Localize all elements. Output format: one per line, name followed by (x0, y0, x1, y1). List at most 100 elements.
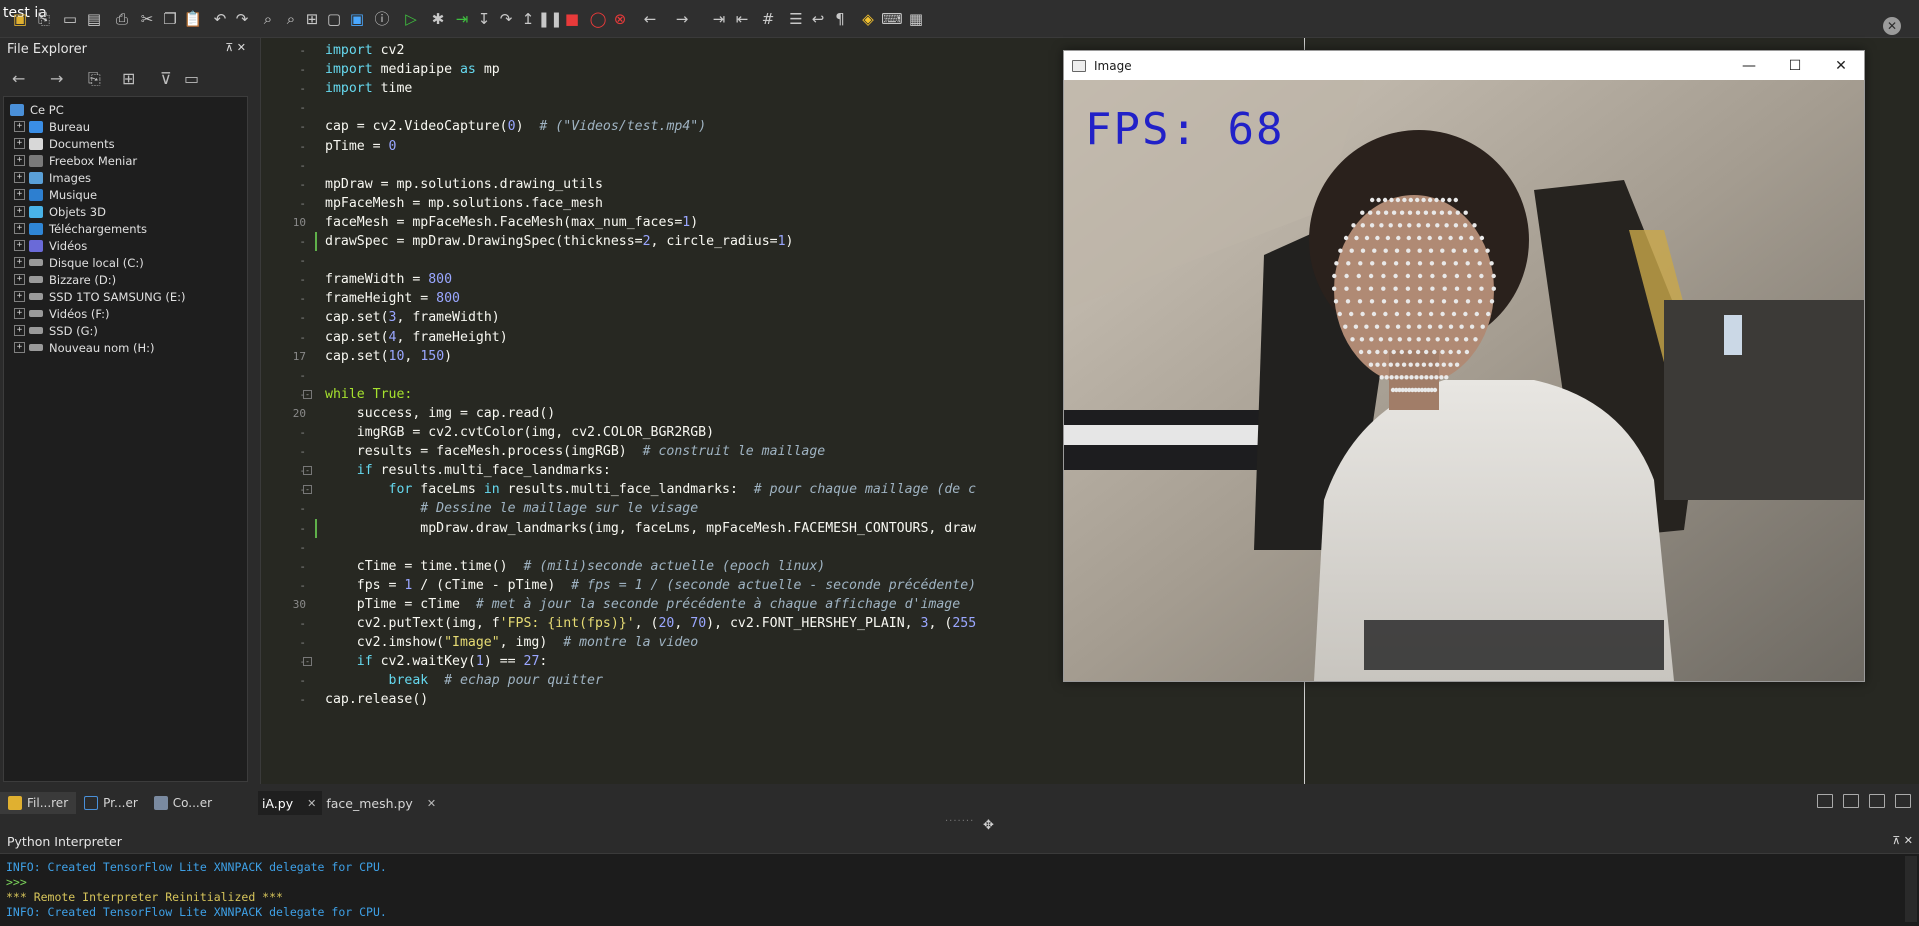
step-out-icon[interactable]: ↥ (518, 9, 538, 29)
tree-item-drive-g[interactable]: + SSD (G:) (4, 322, 247, 339)
new-window-icon[interactable] (1895, 794, 1911, 808)
terminal-icon[interactable]: ▣ (347, 9, 367, 29)
find-icon[interactable]: ⌕ (258, 9, 278, 29)
run-to-cursor-icon[interactable]: ⇥ (452, 9, 472, 29)
scrollbar[interactable] (1905, 856, 1917, 922)
tree-item-telechargements[interactable]: + Téléchargements (4, 220, 247, 237)
code-line[interactable]: cap.release() (325, 690, 428, 709)
fold-toggle-icon[interactable]: - (303, 657, 312, 667)
indent-icon[interactable]: ⇥ (709, 9, 729, 29)
tree-view-icon[interactable]: ⊞ (122, 69, 135, 88)
fold-toggle-icon[interactable]: - (303, 466, 312, 476)
code-line[interactable]: import time (325, 79, 412, 98)
list-icon[interactable]: ☰ (786, 9, 806, 29)
tree-root[interactable]: Ce PC (4, 101, 247, 118)
keyboard-icon[interactable]: ⌨ (881, 9, 903, 29)
layout-icon[interactable]: ▦ (906, 9, 926, 29)
paste-icon[interactable]: 📋 (183, 9, 203, 29)
code-line[interactable]: results = faceMesh.process(imgRGB) # con… (325, 442, 825, 461)
cut-icon[interactable]: ✂ (137, 9, 157, 29)
expand-icon[interactable]: + (14, 138, 25, 149)
code-line[interactable]: frameHeight = 800 (325, 289, 460, 308)
code-line[interactable]: faceMesh = mpFaceMesh.FaceMesh(max_num_f… (325, 213, 698, 232)
split-left-icon[interactable] (1843, 794, 1859, 808)
comment-icon[interactable]: # (758, 9, 778, 29)
splitter-grip[interactable]: ······· (945, 816, 974, 827)
python-icon[interactable]: ◈ (858, 9, 878, 29)
info-icon[interactable]: ⓘ (372, 9, 392, 29)
print-icon[interactable]: ⎙ (112, 9, 132, 29)
close-tab-icon[interactable]: ✕ (307, 797, 316, 810)
expand-icon[interactable]: + (14, 342, 25, 353)
code-line[interactable]: mpDraw = mp.solutions.drawing_utils (325, 175, 603, 194)
close-icon[interactable]: ✕ (1883, 17, 1901, 35)
tree-item-drive-d[interactable]: + Bizzare (D:) (4, 271, 247, 288)
step-over-icon[interactable]: ↷ (496, 9, 516, 29)
tab-face-mesh-py[interactable]: face_mesh.py ✕ (322, 791, 442, 815)
image-window[interactable]: Image — ☐ ✕ FPS: 68 (1063, 50, 1865, 682)
tree-item-images[interactable]: + Images (4, 169, 247, 186)
tree-item-drive-c[interactable]: + Disque local (C:) (4, 254, 247, 271)
tree-item-drive-e[interactable]: + SSD 1TO SAMSUNG (E:) (4, 288, 247, 305)
code-line[interactable]: if results.multi_face_landmarks: (325, 461, 611, 480)
fold-toggle-icon[interactable]: - (303, 485, 312, 495)
tree-item-documents[interactable]: + Documents (4, 135, 247, 152)
breakpoint-icon[interactable]: ◯ (588, 9, 608, 29)
open-icon[interactable]: ⎘ (34, 9, 54, 29)
pane-controls[interactable]: ⊼ ✕ (1892, 834, 1913, 847)
wrap-icon[interactable]: ↩ (808, 9, 828, 29)
tree-item-bureau[interactable]: + Bureau (4, 118, 247, 135)
expand-icon[interactable]: + (14, 155, 25, 166)
open-folder-icon[interactable]: ⎘ (88, 69, 101, 89)
tree-item-freebox[interactable]: + Freebox Meniar (4, 152, 247, 169)
tree-item-objets3d[interactable]: + Objets 3D (4, 203, 247, 220)
code-line[interactable]: fps = 1 / (cTime - pTime) # fps = 1 / (s… (325, 576, 976, 595)
code-line[interactable]: pTime = cTime # met à jour la seconde pr… (325, 595, 960, 614)
code-line[interactable]: cTime = time.time() # (mili)seconde actu… (325, 557, 825, 576)
pilcrow-icon[interactable]: ¶ (830, 9, 850, 29)
copy-icon[interactable]: ❐ (160, 9, 180, 29)
code-line[interactable]: mpDraw.draw_landmarks(img, faceLms, mpFa… (325, 519, 976, 538)
filter-icon[interactable]: ⊽ (160, 69, 172, 88)
expand-icon[interactable]: + (14, 223, 25, 234)
save-icon[interactable]: ▭ (60, 9, 80, 29)
expand-icon[interactable]: + (14, 291, 25, 302)
find-replace-icon[interactable]: ⌕ (281, 9, 301, 29)
run-icon[interactable]: ▷ (401, 9, 421, 29)
python-interpreter[interactable]: INFO: Created TensorFlow Lite XNNPACK de… (0, 853, 1919, 926)
new-file-icon[interactable]: ▣ (10, 9, 30, 29)
code-line[interactable]: cap.set(10, 150) (325, 347, 452, 366)
expand-icon[interactable]: + (14, 325, 25, 336)
code-line[interactable]: while True: (325, 385, 412, 404)
code-line[interactable]: cv2.putText(img, f'FPS: {int(fps)}', (20… (325, 614, 976, 633)
expand-icon[interactable]: + (14, 121, 25, 132)
undo-icon[interactable]: ↶ (210, 9, 230, 29)
code-line[interactable]: success, img = cap.read() (325, 404, 556, 423)
maximize-button[interactable]: ☐ (1772, 51, 1818, 80)
debug-icon[interactable]: ✱ (428, 9, 448, 29)
code-line[interactable]: # Dessine le maillage sur le visage (325, 499, 698, 518)
step-into-icon[interactable]: ↧ (474, 9, 494, 29)
expand-icon[interactable]: + (14, 240, 25, 251)
tree-item-musique[interactable]: + Musique (4, 186, 247, 203)
dedent-icon[interactable]: ⇤ (732, 9, 752, 29)
code-line[interactable]: cap = cv2.VideoCapture(0) # ("Videos/tes… (325, 117, 706, 136)
pause-icon[interactable]: ❚❚ (537, 9, 562, 29)
screenshot-icon[interactable]: ▢ (324, 9, 344, 29)
find-in-files-icon[interactable]: ⊞ (302, 9, 322, 29)
tab-code-explorer[interactable]: Co...er (146, 792, 220, 814)
close-tab-icon[interactable]: ✕ (427, 797, 436, 810)
redo-icon[interactable]: ↷ (232, 9, 252, 29)
tab-ia-py[interactable]: iA.py ✕ (258, 791, 323, 815)
code-line[interactable]: cv2.imshow("Image", img) # montre la vid… (325, 633, 698, 652)
expand-icon[interactable]: + (14, 206, 25, 217)
minimize-button[interactable]: — (1726, 51, 1772, 80)
image-window-titlebar[interactable]: Image — ☐ ✕ (1064, 51, 1864, 80)
stop-icon[interactable]: ■ (562, 9, 582, 29)
expand-icon[interactable]: + (14, 189, 25, 200)
expand-icon[interactable]: + (14, 172, 25, 183)
collapse-icon[interactable]: ▭ (184, 69, 199, 88)
expand-icon[interactable]: + (14, 274, 25, 285)
fold-toggle-icon[interactable]: - (303, 389, 312, 399)
forward-icon[interactable]: → (50, 69, 63, 88)
